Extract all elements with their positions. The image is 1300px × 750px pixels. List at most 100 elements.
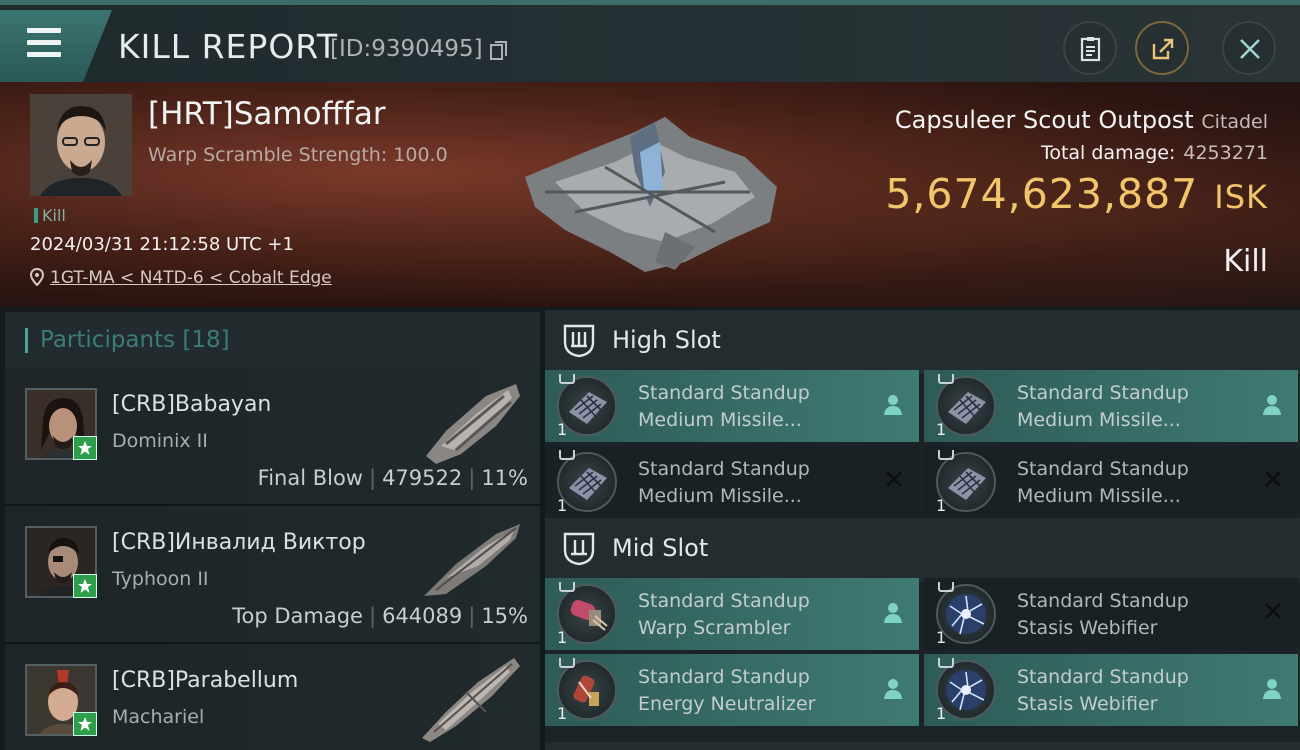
module-name-line2: Energy Neutralizer bbox=[638, 693, 816, 715]
star-icon bbox=[73, 574, 97, 598]
destroyed-icon bbox=[1265, 471, 1281, 487]
module-name-line2: Medium Missile... bbox=[1017, 485, 1181, 507]
participant-stats: Top Damage | 644089 | 15% bbox=[232, 604, 528, 628]
module-count: 1 bbox=[557, 496, 568, 515]
slot-tag-icon bbox=[938, 582, 954, 592]
structure-image bbox=[525, 117, 777, 272]
participant-name: [CRB]Parabellum bbox=[112, 668, 299, 693]
module-slot[interactable]: 1 Standard Standup Medium Missile... bbox=[545, 370, 919, 442]
slot-tag-icon bbox=[559, 374, 575, 384]
module-slot[interactable]: 1 Standard Standup Medium Missile... bbox=[924, 370, 1298, 442]
module-name: Standard Standup Stasis Webifier bbox=[1017, 588, 1247, 642]
result-label: Kill bbox=[1223, 244, 1268, 279]
participant-damage: 479522 bbox=[382, 466, 463, 490]
menu-button[interactable] bbox=[0, 10, 112, 82]
location-link[interactable]: 1GT-MA < N4TD-6 < Cobalt Edge bbox=[30, 268, 332, 288]
module-name-line1: Standard Standup bbox=[1017, 382, 1189, 404]
module-slot[interactable]: 1 Standard Standup Medium Missile... bbox=[924, 446, 1298, 518]
participants-header[interactable]: Participants [18] bbox=[5, 312, 540, 368]
isk-unit: ISK bbox=[1214, 178, 1268, 216]
warp-scramble-strength: Warp Scramble Strength: 100.0 bbox=[148, 144, 448, 166]
module-name: Standard Standup Medium Missile... bbox=[1017, 380, 1247, 434]
participant-row[interactable]: [CRB]Инвалид Виктор Typhoon II Top Damag… bbox=[5, 506, 540, 644]
victim-name: [HRT]Samofffar bbox=[148, 96, 386, 132]
high-slot-label: High Slot bbox=[612, 326, 721, 354]
hamburger-icon bbox=[27, 28, 61, 33]
dropped-icon bbox=[884, 603, 902, 623]
module-name-line2: Warp Scrambler bbox=[638, 617, 791, 639]
star-icon bbox=[73, 436, 97, 460]
module-name: Standard Standup Energy Neutralizer bbox=[638, 664, 868, 718]
ship-image bbox=[424, 524, 520, 596]
module-name-line1: Standard Standup bbox=[638, 666, 810, 688]
module-slot[interactable]: 1 Standard Standup Warp Scrambler bbox=[545, 578, 919, 650]
top-bar: KILL REPORT [ID:9390495] bbox=[0, 0, 1300, 82]
module-name-line2: Stasis Webifier bbox=[1017, 617, 1158, 639]
module-name-line1: Standard Standup bbox=[638, 382, 810, 404]
slot-tag-icon bbox=[938, 374, 954, 384]
module-count: 1 bbox=[936, 496, 947, 515]
location-pin-icon bbox=[30, 268, 44, 286]
page-title: KILL REPORT bbox=[118, 27, 338, 66]
module-name: Standard Standup Medium Missile... bbox=[1017, 456, 1247, 510]
module-name-line1: Standard Standup bbox=[638, 458, 810, 480]
kill-tag: Kill bbox=[34, 206, 66, 225]
close-icon bbox=[1240, 39, 1260, 59]
module-name-line2: Stasis Webifier bbox=[1017, 693, 1158, 715]
module-count: 1 bbox=[557, 628, 568, 647]
share-button[interactable] bbox=[1135, 21, 1189, 75]
module-name-line1: Standard Standup bbox=[638, 590, 810, 612]
victim-ship-info: Capsuleer Scout Outpost Citadel Total da… bbox=[885, 106, 1268, 218]
isk-value: 5,674,623,887 bbox=[885, 170, 1199, 218]
module-name-line1: Standard Standup bbox=[1017, 590, 1189, 612]
kill-timestamp: 2024/03/31 21:12:58 UTC +1 bbox=[30, 234, 294, 255]
participant-role: Top Damage bbox=[232, 604, 363, 628]
destroyed-icon bbox=[1265, 603, 1281, 619]
victim-portrait[interactable] bbox=[30, 94, 132, 196]
total-damage-value: 4253271 bbox=[1183, 142, 1268, 164]
share-icon bbox=[1152, 38, 1174, 60]
dropped-icon bbox=[884, 679, 902, 699]
copy-icon[interactable] bbox=[490, 41, 508, 61]
participant-name: [CRB]Инвалид Виктор bbox=[112, 530, 366, 555]
module-slot[interactable]: 1 Standard Standup Energy Neutralizer bbox=[545, 654, 919, 726]
total-damage-label: Total damage: bbox=[1040, 142, 1176, 164]
participant-percent: 15% bbox=[481, 604, 528, 628]
participants-label: Participants [18] bbox=[40, 327, 230, 353]
module-slot[interactable]: 1 Standard Standup Stasis Webifier bbox=[924, 578, 1298, 650]
module-name-line1: Standard Standup bbox=[1017, 666, 1189, 688]
module-count: 1 bbox=[936, 628, 947, 647]
participant-percent: 11% bbox=[481, 466, 528, 490]
module-count: 1 bbox=[936, 420, 947, 439]
clipboard-icon bbox=[1080, 37, 1101, 62]
mid-slot-icon bbox=[563, 532, 595, 566]
module-name-line2: Medium Missile... bbox=[1017, 409, 1181, 431]
destroyed-icon bbox=[886, 471, 902, 487]
module-name-line2: Medium Missile... bbox=[638, 409, 802, 431]
victim-ship-name: Capsuleer Scout Outpost bbox=[894, 106, 1194, 134]
module-slot[interactable]: 1 Standard Standup Medium Missile... bbox=[545, 446, 919, 518]
slot-tag-icon bbox=[938, 658, 954, 668]
dropped-icon bbox=[884, 395, 902, 415]
participant-row[interactable]: [CRB]Babayan Dominix II Final Blow | 47952… bbox=[5, 368, 540, 506]
clipboard-button[interactable] bbox=[1063, 21, 1117, 75]
victim-banner: [HRT]Samofffar Warp Scramble Strength: 1… bbox=[0, 82, 1300, 307]
module-count: 1 bbox=[936, 704, 947, 723]
slot-tag-icon bbox=[559, 658, 575, 668]
slot-tag-icon bbox=[559, 582, 575, 592]
close-button[interactable] bbox=[1222, 21, 1276, 75]
module-count: 1 bbox=[557, 704, 568, 723]
hamburger-icon-bar bbox=[27, 52, 61, 57]
mid-slot-label: Mid Slot bbox=[612, 534, 709, 562]
participant-role: Final Blow bbox=[257, 466, 363, 490]
module-slot[interactable]: 1 Standard Standup Stasis Webifier bbox=[924, 654, 1298, 726]
dropped-icon bbox=[1263, 679, 1281, 699]
participants-panel: Participants [18] [CRB]Babayan Dominix I… bbox=[5, 312, 540, 750]
report-id: [ID:9390495] bbox=[330, 36, 483, 62]
participant-ship: Machariel bbox=[112, 706, 205, 728]
slot-tag-icon bbox=[938, 450, 954, 460]
module-name: Standard Standup Medium Missile... bbox=[638, 456, 868, 510]
participant-row[interactable]: [CRB]Parabellum Machariel bbox=[5, 644, 540, 750]
participant-damage: 644089 bbox=[382, 604, 463, 628]
mid-slot-header: Mid Slot bbox=[545, 518, 1300, 582]
